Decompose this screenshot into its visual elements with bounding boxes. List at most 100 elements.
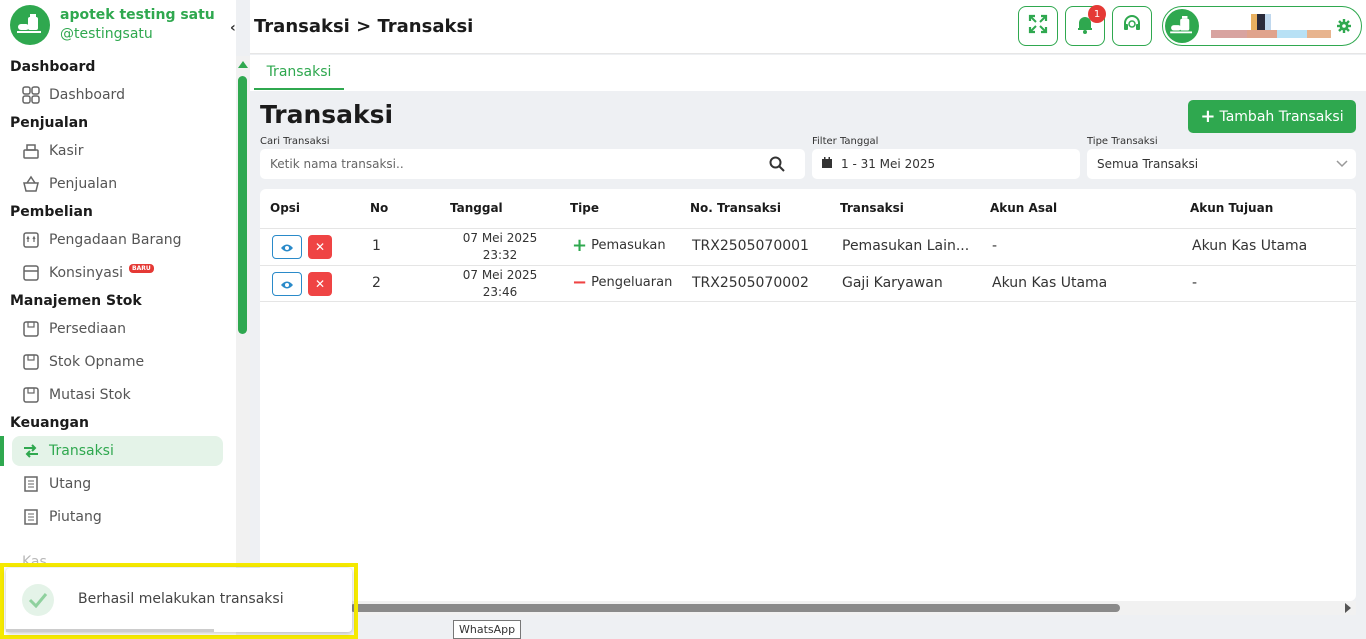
- sidebar-item-persediaan[interactable]: Persediaan: [0, 312, 236, 345]
- row-trx-no: TRX2505070002: [692, 275, 809, 291]
- view-button[interactable]: [272, 235, 302, 259]
- table-row: ✕ 1 07 Mei 2025 23:32 + Pemasukan TRX250…: [260, 228, 1356, 265]
- calendar-icon: [822, 157, 832, 171]
- row-date: 07 Mei 2025 23:46: [450, 267, 550, 301]
- pharmacy-logo-icon: [10, 5, 50, 45]
- box-icon: [22, 320, 40, 338]
- row-trx-name: Gaji Karyawan: [842, 275, 943, 291]
- notification-button[interactable]: 1: [1065, 5, 1106, 46]
- section-keuangan: Keuangan: [10, 415, 89, 431]
- table-scrollbar-thumb[interactable]: [350, 604, 1120, 612]
- sidebar-item-pengadaan-barang[interactable]: Pengadaan Barang: [0, 223, 236, 256]
- row-trx-no: TRX2505070001: [692, 238, 809, 254]
- sidebar-item-label: Utang: [49, 475, 92, 492]
- type-filter-select[interactable]: Semua Transaksi: [1087, 149, 1356, 179]
- row-no: 1: [372, 238, 381, 254]
- search-icon[interactable]: [769, 156, 785, 175]
- row-date-day: 07 Mei 2025: [462, 268, 538, 282]
- toast-progress-bar: [6, 629, 214, 632]
- avatar: [1165, 9, 1199, 43]
- receipt-icon: [22, 508, 40, 526]
- box-icon: [22, 264, 40, 282]
- row-date-day: 07 Mei 2025: [462, 231, 538, 245]
- add-transaction-button[interactable]: + Tambah Transaksi: [1188, 100, 1356, 133]
- col-header-no: No: [370, 201, 389, 215]
- sidebar-item-kasir[interactable]: Kasir: [0, 134, 236, 167]
- active-indicator: [0, 435, 4, 466]
- col-header-akun-tujuan: Akun Tujuan: [1190, 201, 1274, 215]
- row-from-account: -: [992, 238, 998, 254]
- box-icon: [22, 386, 40, 404]
- section-penjualan: Penjualan: [10, 115, 89, 131]
- row-type-label: Pemasukan: [591, 238, 666, 253]
- sidebar-item-label: Kasir: [49, 142, 84, 159]
- row-date: 07 Mei 2025 23:32: [450, 230, 550, 264]
- search-input[interactable]: Ketik nama transaksi..: [260, 149, 805, 179]
- delete-button[interactable]: ✕: [308, 235, 332, 259]
- grid-icon: [22, 85, 40, 104]
- basket-icon: [22, 175, 40, 193]
- sidebar-item-transaksi[interactable]: Transaksi: [12, 435, 223, 466]
- section-pembelian: Pembelian: [10, 204, 93, 220]
- sidebar-item-stok-opname[interactable]: Stok Opname: [0, 345, 236, 378]
- profile-menu[interactable]: [1162, 6, 1362, 46]
- box-in-icon: [22, 231, 40, 249]
- scroll-right-arrow-icon[interactable]: [1345, 603, 1351, 613]
- sidebar-collapse-button[interactable]: ‹: [230, 20, 236, 36]
- sidebar-scrollbar-thumb[interactable]: [238, 76, 247, 334]
- delete-button[interactable]: ✕: [308, 272, 332, 296]
- col-header-no-transaksi: No. Transaksi: [690, 201, 781, 215]
- expand-icon: [1028, 14, 1048, 38]
- notification-count-badge: 1: [1088, 5, 1106, 23]
- row-trx-name: Pemasukan Lain...: [842, 238, 970, 254]
- row-type-label: Pengeluaran: [591, 275, 673, 290]
- section-manajemen-stok: Manajemen Stok: [10, 293, 142, 309]
- type-filter-label: Tipe Transaksi: [1087, 136, 1158, 147]
- headset-icon: [1122, 14, 1142, 38]
- sidebar-item-dashboard[interactable]: Dashboard: [0, 78, 236, 111]
- fullscreen-button[interactable]: [1018, 6, 1058, 46]
- search-placeholder: Ketik nama transaksi..: [270, 157, 404, 171]
- brand: apotek testing satu @testingsatu: [0, 0, 236, 50]
- sidebar-item-piutang[interactable]: Piutang: [0, 500, 236, 533]
- view-button[interactable]: [272, 272, 302, 296]
- tab-bar: Transaksi: [250, 55, 1366, 91]
- whatsapp-tooltip: WhatsApp: [453, 620, 522, 639]
- sidebar-item-label: Piutang: [49, 508, 102, 525]
- sidebar-item-konsinyasi[interactable]: Konsinyasi BARU: [0, 256, 236, 289]
- row-type: − Pengeluaran: [572, 273, 673, 291]
- support-button[interactable]: [1112, 6, 1152, 46]
- sidebar-item-mutasi-stok[interactable]: Mutasi Stok: [0, 378, 236, 411]
- success-toast[interactable]: Berhasil melakukan transaksi: [6, 568, 352, 632]
- cash-register-icon: [22, 142, 40, 160]
- gear-icon[interactable]: [1337, 18, 1351, 37]
- search-label: Cari Transaksi: [260, 136, 330, 147]
- receipt-icon: [22, 475, 40, 493]
- col-header-opsi: Opsi: [270, 201, 301, 215]
- close-icon: ✕: [314, 277, 326, 291]
- sidebar-item-label: Stok Opname: [49, 353, 145, 370]
- col-header-transaksi: Transaksi: [840, 201, 904, 215]
- tab-transaksi[interactable]: Transaksi: [254, 55, 344, 90]
- sidebar-item-label: Persediaan: [49, 320, 127, 337]
- section-dashboard: Dashboard: [10, 59, 96, 75]
- row-to-account: -: [1192, 275, 1198, 291]
- scroll-up-arrow-icon[interactable]: [238, 61, 248, 68]
- brand-handle: @testingsatu: [60, 26, 153, 42]
- sidebar-item-label: Mutasi Stok: [49, 386, 131, 403]
- plus-icon: +: [1200, 106, 1216, 127]
- date-filter-input[interactable]: 1 - 31 Mei 2025: [812, 149, 1080, 179]
- date-filter-value: 1 - 31 Mei 2025: [841, 157, 936, 171]
- row-date-time: 23:32: [482, 248, 518, 262]
- type-filter-value: Semua Transaksi: [1097, 157, 1199, 171]
- sidebar-item-label: Dashboard: [49, 86, 125, 103]
- sidebar-item-label: Transaksi: [49, 442, 114, 459]
- transactions-table: Opsi No Tanggal Tipe No. Transaksi Trans…: [260, 189, 1356, 601]
- eye-icon: [280, 238, 294, 257]
- sidebar-item-penjualan[interactable]: Penjualan: [0, 167, 236, 200]
- col-header-akun-asal: Akun Asal: [990, 201, 1058, 215]
- sidebar-item-utang[interactable]: Utang: [0, 467, 236, 500]
- check-circle-icon: [22, 584, 54, 616]
- col-header-tanggal: Tanggal: [450, 201, 503, 215]
- sidebar-item-label: Pengadaan Barang: [49, 231, 182, 248]
